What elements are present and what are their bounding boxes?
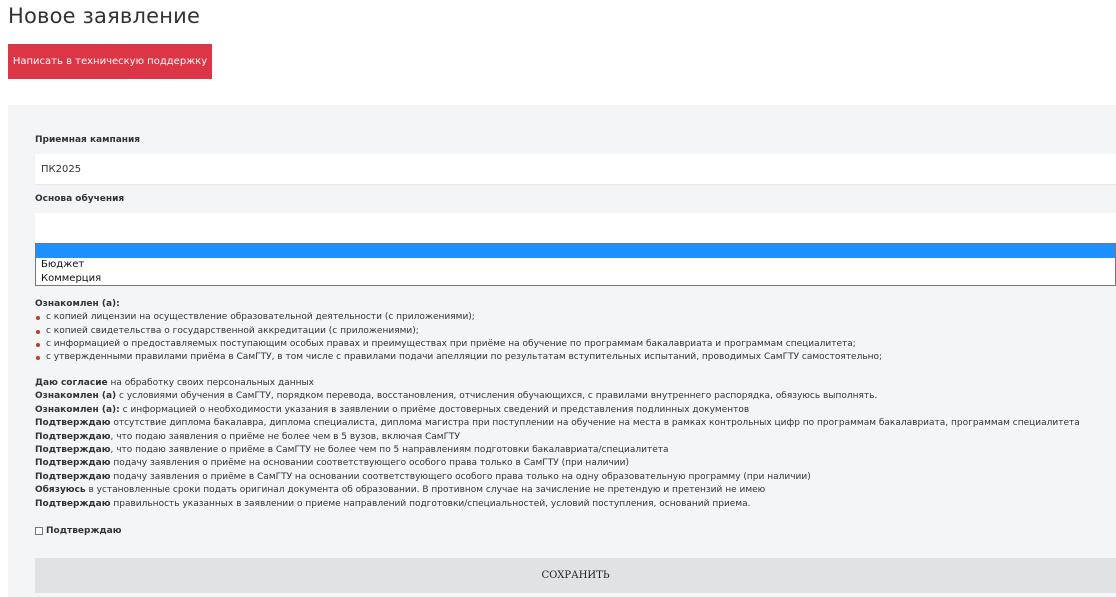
consent-line: Ознакомлен (а): с информацией о необходи… xyxy=(35,404,1080,417)
consent-text: , что подаю заявления о приёме не более … xyxy=(110,431,461,442)
consent-bold: Подтверждаю xyxy=(35,498,111,509)
consent-text: с информацией о необходимости указания в… xyxy=(119,404,750,415)
basis-select[interactable] xyxy=(35,213,1116,243)
consent-line: Подтверждаю отсутствие диплома бакалавра… xyxy=(35,417,1080,430)
consent-text: правильность указанных в заявлении о при… xyxy=(110,498,751,509)
consent-bold: Подтверждаю xyxy=(35,418,111,429)
dropdown-option-budget[interactable]: Бюджет xyxy=(36,258,1115,272)
application-form: Приемная кампания ПК2025 Основа обучения… xyxy=(8,105,1116,597)
basis-label: Основа обучения xyxy=(35,194,125,204)
consent-bold: Ознакомлен (а): xyxy=(35,404,120,415)
consent-bold: Подтверждаю xyxy=(35,431,111,442)
list-item: с копией лицензии на осуществление образ… xyxy=(35,311,882,324)
list-item: с информацией о предоставляемых поступаю… xyxy=(35,338,882,351)
basis-dropdown-list: Бюджет Коммерция xyxy=(35,243,1116,286)
campaign-select[interactable]: ПК2025 xyxy=(35,154,1116,184)
consent-bold: Даю согласие xyxy=(35,378,108,388)
consent-bold: Подтверждаю xyxy=(35,458,111,469)
campaign-value: ПК2025 xyxy=(41,164,82,175)
acknowledgement-block: Ознакомлен (а): с копией лицензии на осу… xyxy=(35,298,882,364)
consent-line: Подтверждаю правильность указанных в зая… xyxy=(35,498,1080,511)
consent-line: Ознакомлен (а) с условиями обучения в Са… xyxy=(35,390,1080,403)
consent-text: на обработку своих персональных данных xyxy=(107,378,314,388)
consent-bold: Ознакомлен (а) xyxy=(35,391,117,402)
campaign-label: Приемная кампания xyxy=(35,135,141,145)
consent-line: Обязуюсь в установленные сроки подать ор… xyxy=(35,484,1080,497)
confirm-label: Подтверждаю xyxy=(46,526,122,536)
acknowledgement-title: Ознакомлен (а): xyxy=(35,299,120,309)
consent-text: , что подаю заявление о приёме в СамГТУ … xyxy=(110,445,669,456)
consent-line: Подтверждаю, что подаю заявления о приём… xyxy=(35,431,1080,444)
consent-text: отсутствие диплома бакалавра, диплома сп… xyxy=(110,418,1080,429)
consent-text: в установленные сроки подать оригинал до… xyxy=(85,485,766,496)
dropdown-option-empty[interactable] xyxy=(36,244,1115,258)
consent-line: Подтверждаю подачу заявления о приёме в … xyxy=(35,471,1080,484)
consent-text: с условиями обучения в СамГТУ, порядком … xyxy=(116,391,878,402)
consent-line: Подтверждаю, что подаю заявление о приём… xyxy=(35,444,1080,457)
confirm-checkbox-row[interactable]: Подтверждаю xyxy=(35,526,122,536)
consent-bold: Подтверждаю xyxy=(35,471,111,482)
consent-text: подачу заявления о приёме в СамГТУ на ос… xyxy=(110,471,811,482)
consent-line: Даю согласие на обработку своих персонал… xyxy=(35,377,1080,390)
consent-line: Подтверждаю подачу заявления о приёме на… xyxy=(35,457,1080,470)
consent-bold: Подтверждаю xyxy=(35,445,111,456)
support-button[interactable]: Написать в техническую поддержку xyxy=(8,44,212,79)
dropdown-option-commercial[interactable]: Коммерция xyxy=(36,272,1115,286)
confirm-checkbox[interactable] xyxy=(35,527,43,535)
consent-bold: Обязуюсь xyxy=(35,485,86,496)
consent-text: подачу заявления о приёме на основании с… xyxy=(110,458,629,469)
list-item: с копией свидетельства о государственной… xyxy=(35,325,882,338)
consent-block: Даю согласие на обработку своих персонал… xyxy=(35,377,1080,511)
save-button[interactable]: СОХРАНИТЬ xyxy=(35,558,1116,593)
acknowledgement-list: с копией лицензии на осуществление образ… xyxy=(35,311,882,364)
list-item: с утвержденными правилами приёма в СамГТ… xyxy=(35,351,882,364)
page-title: Новое заявление xyxy=(8,4,201,28)
